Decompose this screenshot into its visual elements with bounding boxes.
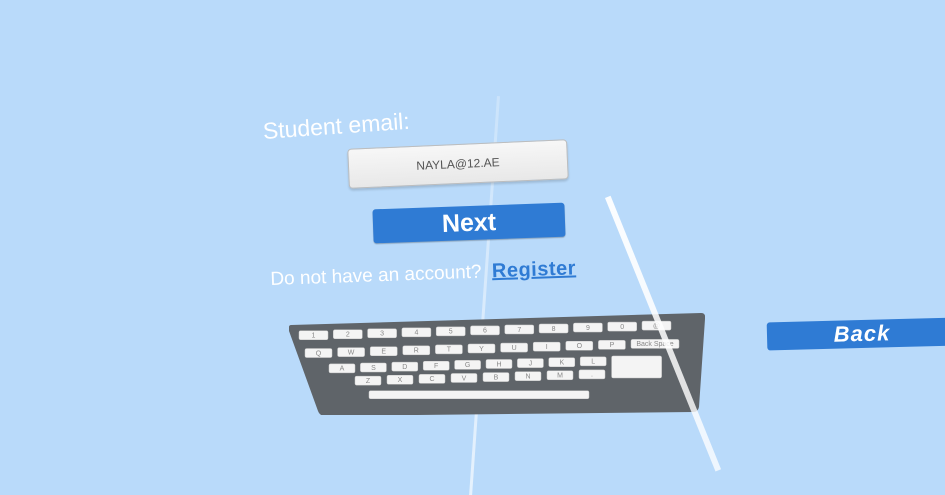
svg-text:X: X [398, 377, 403, 384]
key-k[interactable]: K [548, 357, 576, 367]
svg-text:A: A [340, 366, 345, 373]
svg-text:3: 3 [380, 331, 384, 338]
back-button[interactable]: Back [766, 317, 945, 351]
svg-text:D: D [402, 364, 407, 371]
key-t[interactable]: T [435, 344, 463, 355]
svg-text:4: 4 [414, 330, 418, 337]
svg-text:S: S [371, 365, 376, 372]
key-9[interactable]: 9 [573, 322, 603, 333]
svg-text:M: M [557, 373, 563, 380]
virtual-keyboard: 1234567890@QWERTYUIOPBack SpaceASDFGHJKL… [289, 313, 705, 415]
key-7[interactable]: 7 [504, 324, 535, 335]
key-q[interactable]: Q [304, 348, 333, 358]
keyboard-svg: 1234567890@QWERTYUIOPBack SpaceASDFGHJKL… [289, 313, 705, 415]
key-1[interactable]: 1 [298, 330, 329, 340]
svg-text:0: 0 [620, 324, 624, 331]
key-d[interactable]: D [391, 361, 419, 372]
svg-text:Y: Y [479, 346, 484, 353]
svg-text:Q: Q [316, 350, 322, 357]
key-p[interactable]: P [598, 340, 626, 350]
svg-text:2: 2 [346, 332, 350, 339]
no-account-text: Do not have an account? [270, 261, 482, 290]
svg-text:L: L [591, 359, 595, 366]
svg-text:J: J [529, 360, 533, 367]
key-j[interactable]: J [517, 358, 544, 368]
svg-text:I: I [546, 344, 548, 351]
svg-text:T: T [447, 347, 452, 354]
key-8[interactable]: 8 [538, 323, 569, 334]
svg-text:O: O [577, 343, 583, 350]
svg-text:V: V [462, 375, 467, 382]
key-l[interactable]: L [579, 356, 607, 367]
key-enter[interactable] [611, 355, 662, 379]
key-4[interactable]: 4 [401, 327, 432, 338]
key-2[interactable]: 2 [333, 329, 363, 340]
key-r[interactable]: R [402, 345, 431, 356]
svg-text:B: B [494, 374, 499, 381]
email-label: Student email: [262, 107, 411, 144]
svg-text:E: E [381, 349, 386, 356]
svg-text:5: 5 [449, 329, 453, 336]
svg-text:P: P [610, 342, 615, 349]
key-y[interactable]: Y [467, 343, 496, 354]
key-g[interactable]: G [454, 360, 481, 370]
svg-text:1: 1 [312, 333, 316, 340]
svg-text:Z: Z [366, 378, 371, 385]
svg-text:K: K [559, 360, 564, 367]
key-m[interactable]: M [546, 370, 574, 381]
svg-text:H: H [496, 361, 501, 368]
key-v[interactable]: V [450, 373, 478, 383]
next-button[interactable]: Next [372, 202, 566, 244]
key-a[interactable]: A [328, 363, 356, 374]
account-row: Do not have an account? Register [270, 257, 576, 291]
svg-text:N: N [525, 373, 530, 380]
svg-text:.: . [591, 372, 593, 379]
svg-text:F: F [434, 363, 438, 370]
key-period[interactable]: . [578, 369, 606, 380]
key-3[interactable]: 3 [367, 328, 397, 339]
svg-text:C: C [429, 376, 434, 383]
key-z[interactable]: Z [354, 375, 382, 386]
key-c[interactable]: C [418, 374, 446, 384]
svg-text:6: 6 [483, 328, 487, 335]
key-i[interactable]: I [532, 341, 561, 352]
register-link[interactable]: Register [492, 257, 577, 282]
key-s[interactable]: S [360, 362, 387, 373]
email-field[interactable]: NAYLA@12.AE [347, 139, 569, 189]
key-e[interactable]: E [369, 346, 398, 356]
key-n[interactable]: N [514, 371, 542, 381]
svg-text:9: 9 [586, 325, 590, 332]
svg-text:W: W [348, 349, 355, 356]
key-x[interactable]: X [386, 375, 414, 385]
key-0[interactable]: 0 [607, 321, 637, 332]
key-h[interactable]: H [485, 359, 513, 369]
key-space[interactable] [368, 390, 590, 400]
svg-text:G: G [465, 362, 470, 369]
svg-text:R: R [414, 348, 419, 355]
key-b[interactable]: B [482, 372, 510, 382]
key-5[interactable]: 5 [435, 326, 466, 337]
svg-text:7: 7 [517, 327, 521, 334]
svg-text:8: 8 [552, 326, 556, 333]
svg-text:U: U [512, 345, 517, 352]
key-o[interactable]: O [565, 340, 594, 351]
key-6[interactable]: 6 [470, 325, 500, 336]
key-w[interactable]: W [337, 347, 365, 357]
key-f[interactable]: F [422, 360, 450, 371]
key-u[interactable]: U [500, 342, 528, 353]
